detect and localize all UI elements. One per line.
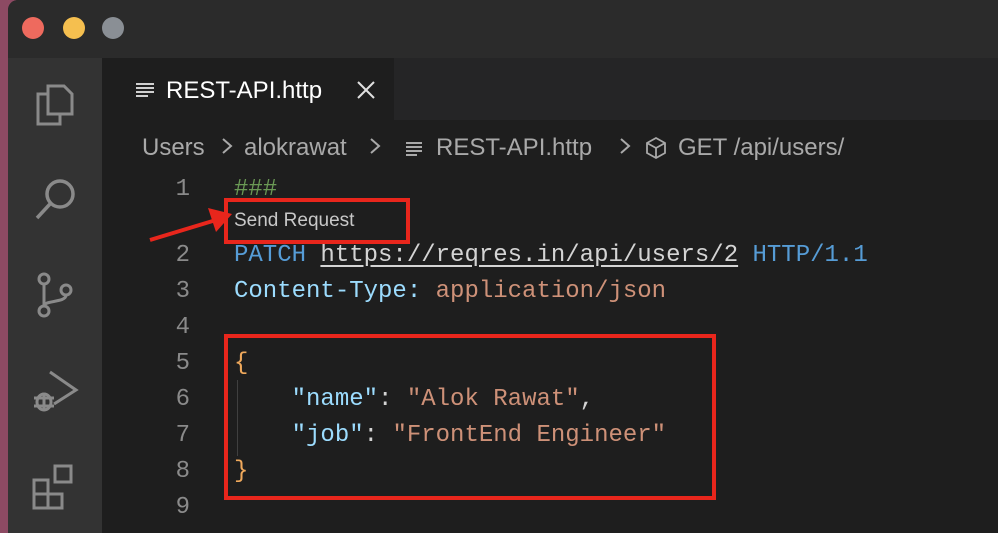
header-name: Content-Type: <box>234 278 422 305</box>
chevron-right-icon <box>222 138 233 154</box>
line-number: 4 <box>175 314 190 341</box>
annotation-box-send-request <box>224 198 410 244</box>
code-editor[interactable]: 1 ### Send Request 2 PATCH https://reqre… <box>102 170 998 533</box>
close-icon[interactable] <box>356 80 376 100</box>
line-number: 1 <box>175 176 190 203</box>
http-method: PATCH <box>234 242 307 269</box>
tab-label: REST-API.http <box>166 77 323 104</box>
request-url[interactable]: https://reqres.in/api/users/2 <box>320 242 738 269</box>
breadcrumb-item-file[interactable]: REST-API.http <box>436 134 592 162</box>
code-line-request: PATCH https://reqres.in/api/users/2 HTTP… <box>234 242 868 269</box>
file-lines-icon <box>136 83 154 97</box>
source-control-icon[interactable] <box>30 270 80 320</box>
search-icon[interactable] <box>30 174 80 224</box>
line-number: 7 <box>175 422 190 449</box>
line-number: 5 <box>175 350 190 377</box>
annotation-box-request-body <box>224 334 716 500</box>
annotation-arrow-icon <box>149 208 232 242</box>
line-number: 6 <box>175 386 190 413</box>
tab-strip: REST-API.http <box>102 58 998 120</box>
editor-area: REST-API.http Users alokrawat REST-API.h… <box>102 58 998 533</box>
chevron-right-icon <box>620 138 631 154</box>
line-number: 9 <box>175 494 190 521</box>
tab-rest-api-http[interactable]: REST-API.http <box>102 58 394 120</box>
title-bar <box>8 0 998 58</box>
explorer-icon[interactable] <box>30 80 80 130</box>
chevron-right-icon <box>370 138 381 154</box>
file-lines-icon <box>406 142 422 156</box>
breadcrumb-item-request[interactable]: GET /api/users/ <box>678 134 844 162</box>
run-debug-icon[interactable] <box>30 366 80 416</box>
zoom-window-button[interactable] <box>102 17 124 39</box>
header-value: application/json <box>435 278 667 305</box>
breadcrumb-item-users[interactable]: Users <box>142 134 205 162</box>
http-version: HTTP/1.1 <box>752 242 868 269</box>
extensions-icon[interactable] <box>30 462 80 512</box>
line-number: 8 <box>175 458 190 485</box>
cube-icon <box>646 136 666 160</box>
line-number: 2 <box>175 242 190 269</box>
editor-window: REST-API.http Users alokrawat REST-API.h… <box>8 0 998 533</box>
breadcrumb-item-alokrawat[interactable]: alokrawat <box>244 134 347 162</box>
line-number: 3 <box>175 278 190 305</box>
breadcrumb: Users alokrawat REST-API.http GET /api/u… <box>102 130 998 170</box>
code-line-header: Content-Type: application/json <box>234 278 666 305</box>
minimize-window-button[interactable] <box>63 17 85 39</box>
close-window-button[interactable] <box>22 17 44 39</box>
activity-bar <box>8 58 102 533</box>
